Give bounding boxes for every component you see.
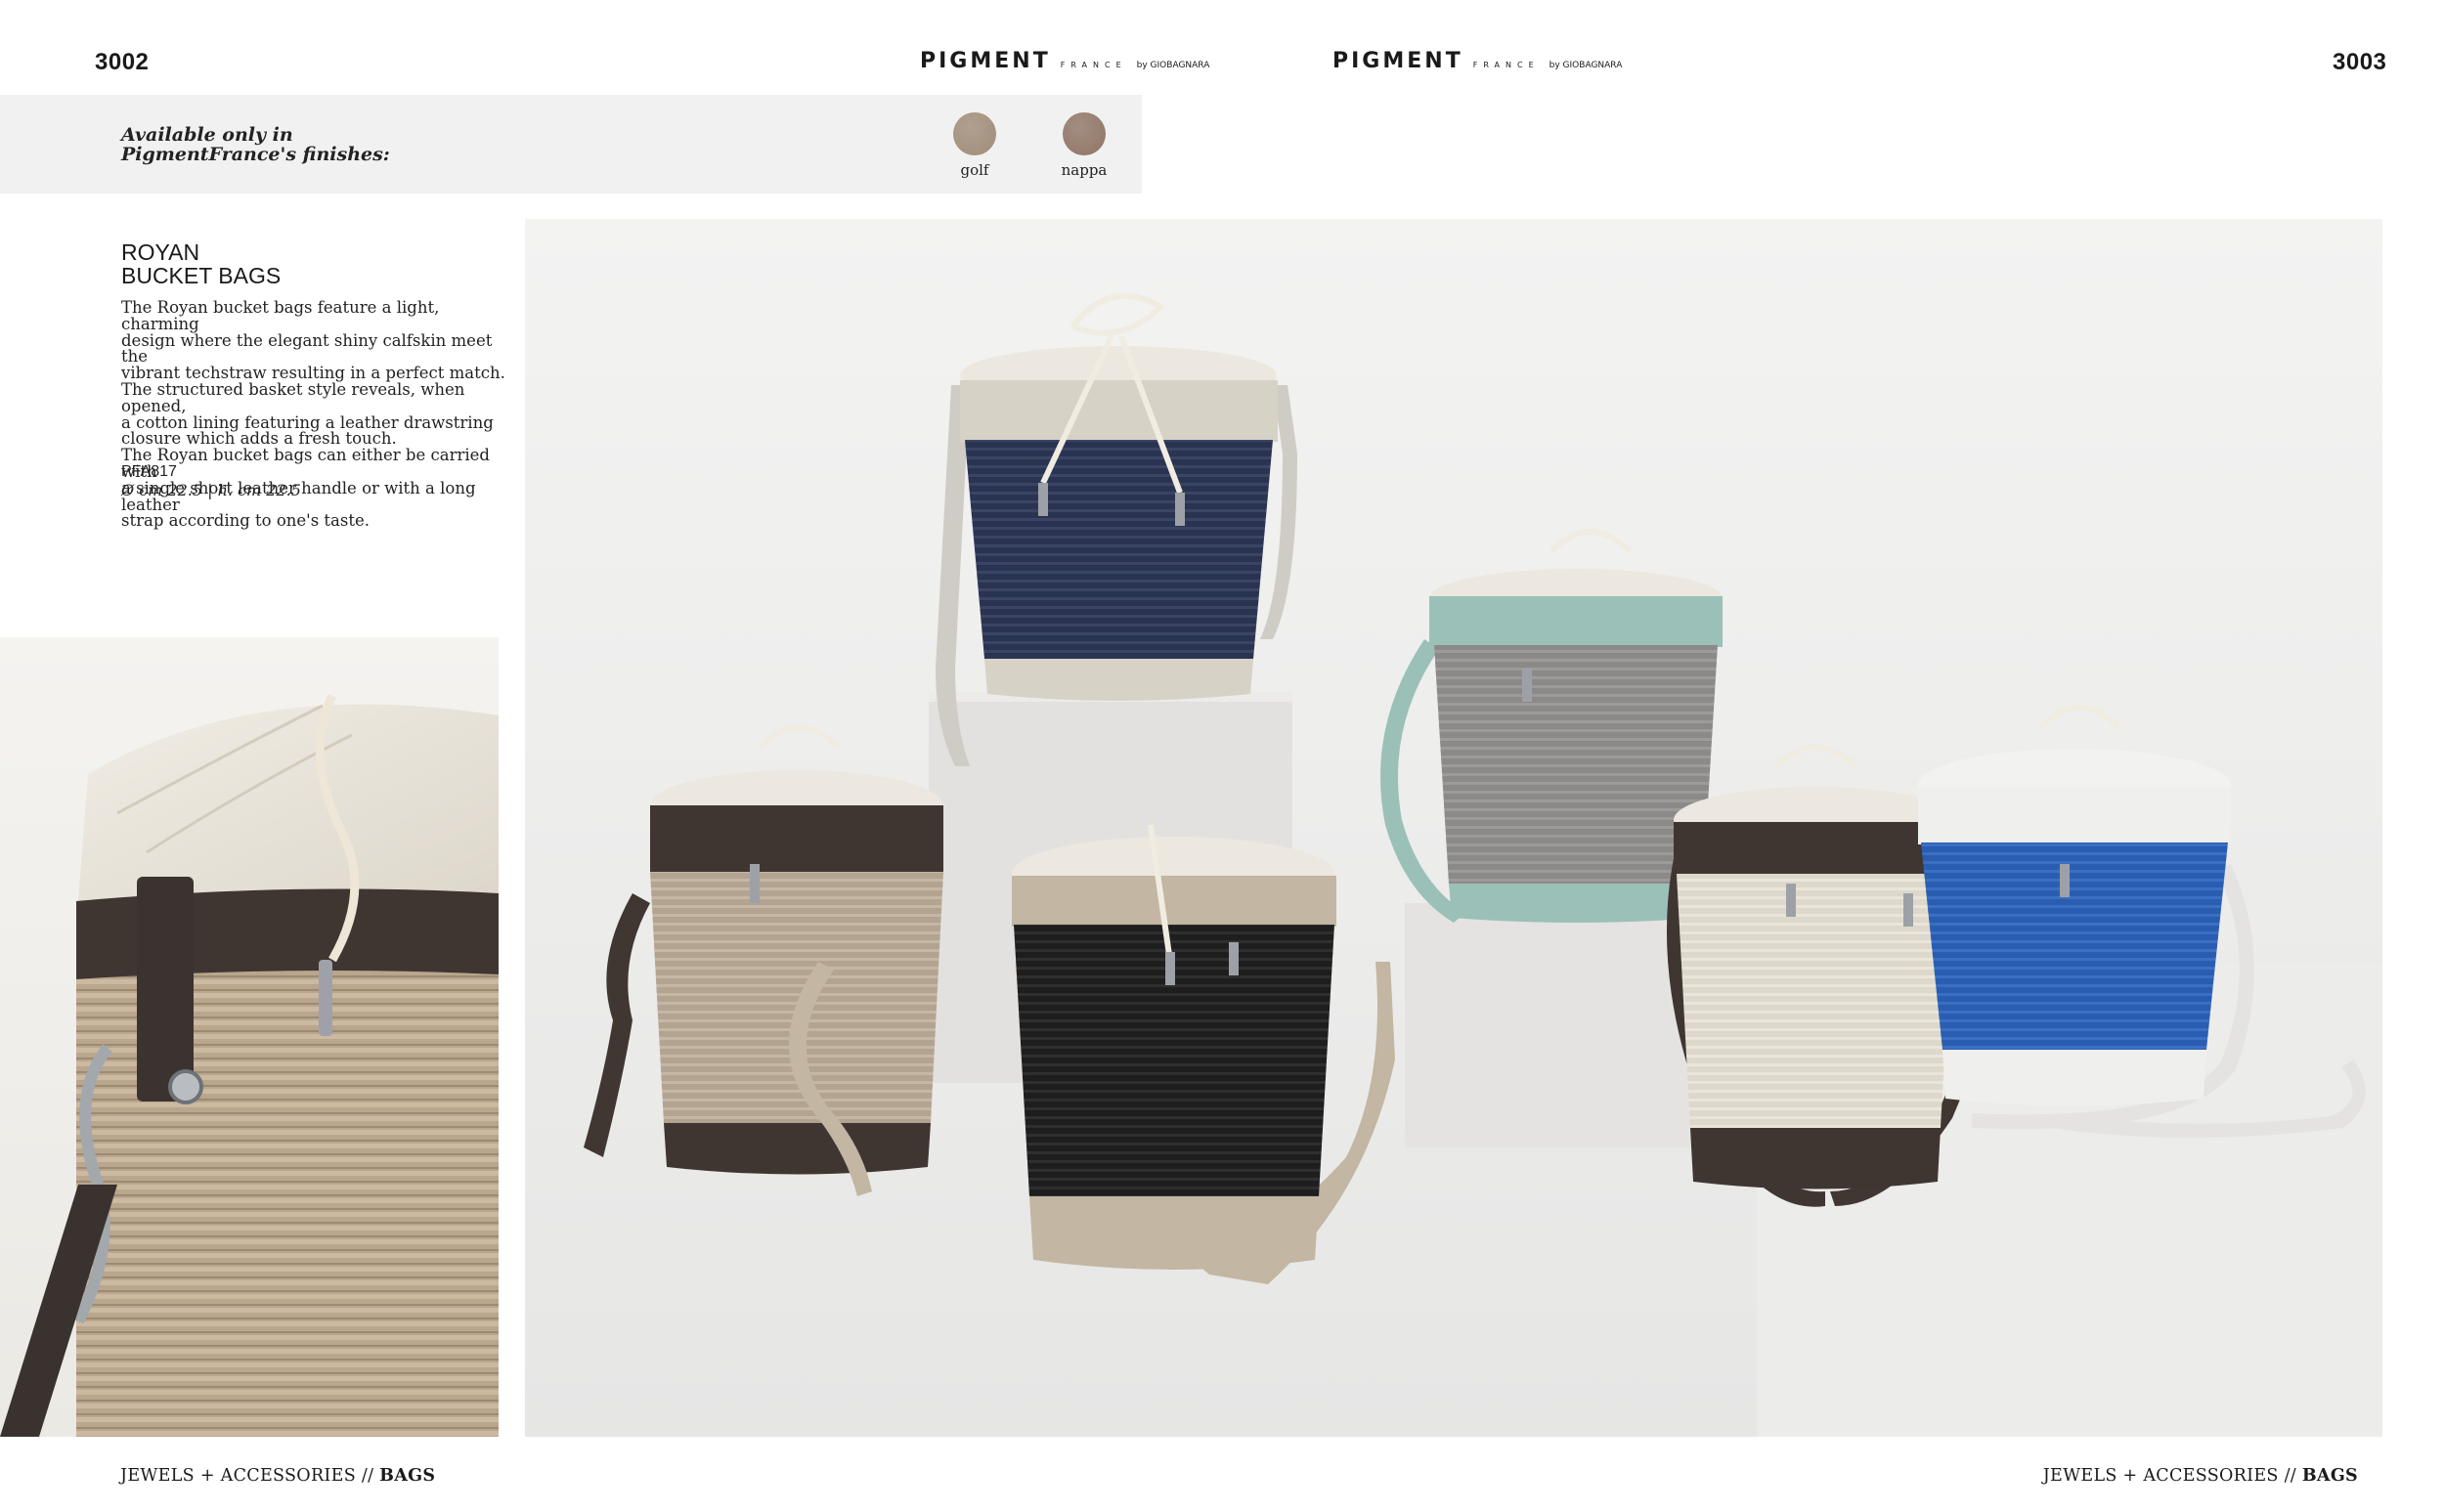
product-code: PFA817 xyxy=(121,463,177,480)
product-title: ROYAN BUCKET BAGS xyxy=(121,240,281,287)
finishes-label-line2: PigmentFrance's finishes: xyxy=(121,144,390,165)
description-line: design where the elegant shiny calfskin … xyxy=(121,330,493,367)
brand-main: PIGMENT xyxy=(920,49,1051,73)
brand-by: by GIOBAGNARA xyxy=(1549,61,1623,70)
golf-swatch xyxy=(953,112,996,155)
product-dimensions: Ø cm 22.5 | h. cm 22.5 xyxy=(121,481,301,499)
product-title-line2: BUCKET BAGS xyxy=(121,263,282,288)
description-line: The Royan bucket bags feature a light, c… xyxy=(121,298,440,333)
description-line: The structured basket style reveals, whe… xyxy=(121,379,465,415)
brand-logo-left: PIGMENT FRANCE by GIOBAGNARA xyxy=(920,49,1209,73)
brand-logo-right: PIGMENT FRANCE by GIOBAGNARA xyxy=(1332,49,1622,73)
footer-left-prefix: JEWELS + ACCESSORIES // xyxy=(120,1466,380,1486)
footer-left-section: BAGS xyxy=(379,1466,436,1486)
brand-main: PIGMENT xyxy=(1332,49,1463,73)
footer-left: JEWELS + ACCESSORIES // BAGS xyxy=(120,1466,435,1486)
brand-sub: FRANCE xyxy=(1060,61,1127,69)
product-title-line1: ROYAN xyxy=(121,239,200,265)
footer-right: JEWELS + ACCESSORIES // BAGS xyxy=(2043,1466,2358,1486)
brand-sub: FRANCE xyxy=(1472,61,1540,69)
finishes-label-line1: Available only in xyxy=(121,124,293,146)
footer-right-prefix: JEWELS + ACCESSORIES // xyxy=(2042,1466,2302,1486)
product-photo xyxy=(525,219,2382,1437)
brand-by: by GIOBAGNARA xyxy=(1136,61,1210,70)
finishes-label: Available only in PigmentFrance's finish… xyxy=(121,125,390,164)
page-number-right: 3003 xyxy=(2333,49,2387,75)
description-line: strap according to one's taste. xyxy=(121,511,371,531)
golf-label: golf xyxy=(960,161,989,179)
nappa-label: nappa xyxy=(1061,161,1108,179)
footer-right-section: BAGS xyxy=(2301,1466,2358,1486)
page-number-left: 3002 xyxy=(95,49,150,75)
description-line: The Royan bucket bags can either be carr… xyxy=(121,446,490,481)
nappa-swatch xyxy=(1063,112,1106,155)
detail-photo xyxy=(0,637,499,1437)
